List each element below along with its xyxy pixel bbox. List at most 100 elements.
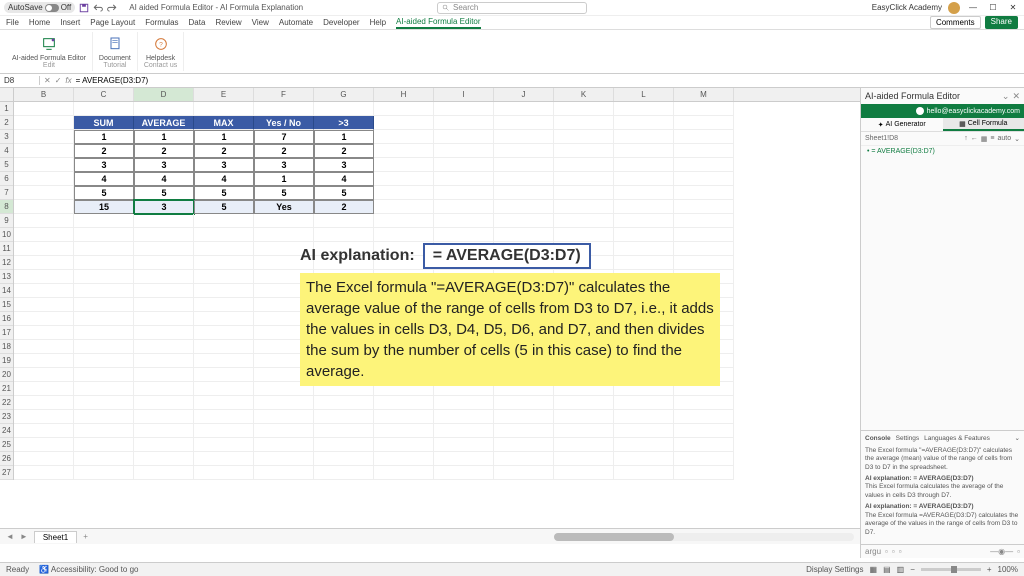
row-header[interactable]: 21 [0,382,13,396]
row-header[interactable]: 3 [0,130,13,144]
cell[interactable] [494,214,554,228]
tab-view[interactable]: View [252,18,269,27]
cell[interactable]: 1 [74,130,134,144]
cell[interactable] [434,228,494,242]
cell[interactable] [434,438,494,452]
row-header[interactable]: 13 [0,270,13,284]
cell[interactable]: SUM [74,116,134,130]
cell[interactable] [614,410,674,424]
scrollbar-thumb[interactable] [554,533,674,541]
cell[interactable] [134,424,194,438]
cell[interactable] [14,270,74,284]
cell[interactable]: 5 [254,186,314,200]
col-header[interactable]: B [14,88,74,101]
cell[interactable] [14,382,74,396]
cell[interactable] [14,256,74,270]
cell[interactable] [74,424,134,438]
cell[interactable] [554,466,614,480]
cell[interactable] [494,130,554,144]
cell[interactable] [134,214,194,228]
panel-formula-item[interactable]: • = AVERAGE(D3:D7) [861,146,1024,157]
cell[interactable] [314,228,374,242]
cell[interactable] [554,172,614,186]
cell[interactable]: 1 [254,172,314,186]
cell[interactable] [194,466,254,480]
cell[interactable]: 5 [194,200,254,214]
languages-tab[interactable]: Languages & Features [924,435,990,443]
display-settings[interactable]: Display Settings [806,565,863,574]
row-header[interactable]: 4 [0,144,13,158]
cell[interactable] [554,102,614,116]
cell[interactable] [74,228,134,242]
cell[interactable] [554,214,614,228]
grid-icon[interactable]: ▦ [981,135,988,143]
cell[interactable] [74,242,134,256]
select-all-corner[interactable] [0,88,14,101]
share-button[interactable]: Share [985,16,1018,29]
cell[interactable] [14,242,74,256]
cell[interactable] [494,158,554,172]
cell[interactable]: 5 [74,186,134,200]
mode-cell-formula[interactable]: ▦ Cell Formula [943,118,1024,131]
cell[interactable] [614,144,674,158]
cell[interactable] [494,200,554,214]
cell[interactable] [554,158,614,172]
cell[interactable] [674,396,734,410]
col-header[interactable]: K [554,88,614,101]
cell[interactable] [434,424,494,438]
name-box[interactable]: D8 [0,76,40,85]
tab-automate[interactable]: Automate [279,18,313,27]
cell[interactable] [74,326,134,340]
tab-insert[interactable]: Insert [60,18,80,27]
col-header[interactable]: C [74,88,134,101]
col-header[interactable]: J [494,88,554,101]
cell[interactable] [134,270,194,284]
row-header[interactable]: 12 [0,256,13,270]
col-header[interactable]: L [614,88,674,101]
cell[interactable] [194,312,254,326]
cell[interactable] [374,410,434,424]
cell[interactable]: 15 [74,200,134,214]
cell[interactable]: Yes [254,200,314,214]
cell[interactable] [674,144,734,158]
cell[interactable] [194,326,254,340]
cell[interactable] [134,298,194,312]
row-header[interactable]: 11 [0,242,13,256]
row-header[interactable]: 23 [0,410,13,424]
cell[interactable]: 5 [314,186,374,200]
cell[interactable] [494,410,554,424]
cell[interactable] [674,228,734,242]
cell[interactable] [14,354,74,368]
cell[interactable] [494,396,554,410]
cell[interactable] [614,116,674,130]
zoom-level[interactable]: 100% [998,565,1018,574]
cell[interactable] [194,284,254,298]
cell[interactable] [74,284,134,298]
cell[interactable] [194,368,254,382]
tab-developer[interactable]: Developer [323,18,359,27]
cell[interactable] [374,466,434,480]
maximize-icon[interactable]: ☐ [986,2,1000,14]
cell[interactable] [194,396,254,410]
view-normal-icon[interactable]: ▦ [870,565,878,574]
cell[interactable] [674,214,734,228]
horizontal-scrollbar[interactable] [554,533,854,541]
cell[interactable]: 4 [194,172,254,186]
cell[interactable]: 3 [254,158,314,172]
undo-icon[interactable] [93,3,103,13]
minimize-icon[interactable]: — [966,2,980,14]
helpdesk-button[interactable]: ? [151,34,171,54]
cell[interactable] [14,116,74,130]
row-header[interactable]: 15 [0,298,13,312]
cell[interactable] [674,438,734,452]
cell[interactable] [434,410,494,424]
back-arrow-icon[interactable]: ← [971,135,978,143]
cell[interactable] [614,466,674,480]
cell[interactable] [614,186,674,200]
list-icon[interactable]: ≡ [990,135,994,143]
cell[interactable] [254,102,314,116]
col-header[interactable]: I [434,88,494,101]
cell[interactable] [134,256,194,270]
footer-icon-1[interactable]: ▫ [885,547,888,556]
cell[interactable] [134,312,194,326]
